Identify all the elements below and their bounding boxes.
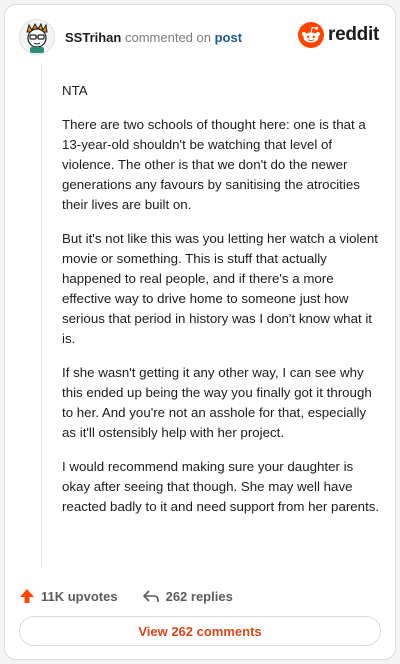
user-avatar-icon[interactable] — [19, 19, 55, 55]
reply-button[interactable]: 262 replies — [142, 588, 233, 604]
upvote-arrow-icon — [20, 589, 34, 603]
comment-actions: 11K upvotes 262 replies — [19, 585, 381, 607]
upvote-count: 11K upvotes — [41, 588, 118, 604]
thread-line — [41, 63, 42, 568]
view-comments-button[interactable]: View 262 comments — [19, 616, 381, 646]
brand-name: reddit — [328, 24, 379, 45]
reply-arrow-icon — [142, 590, 159, 602]
reply-count: 262 replies — [165, 588, 233, 604]
comment-paragraph: I would recommend making sure your daugh… — [62, 459, 380, 514]
comment-paragraph: NTA — [62, 83, 88, 98]
comment-paragraph: But it's not like this was you letting h… — [62, 231, 378, 346]
comment-body: NTA There are two schools of thought her… — [62, 81, 380, 531]
reddit-logo-icon — [298, 22, 325, 48]
username-link[interactable]: SSTrihan — [65, 30, 121, 45]
reddit-brand[interactable]: reddit — [298, 21, 379, 49]
post-link[interactable]: post — [215, 30, 242, 45]
comment-meta: SSTrihan commented on post — [65, 30, 242, 45]
comment-card: SSTrihan commented on post reddit NTA Th… — [4, 4, 396, 660]
comment-paragraph: If she wasn't getting it any other way, … — [62, 365, 372, 440]
commented-on-text: commented on — [124, 30, 211, 45]
comment-header: SSTrihan commented on post reddit — [19, 19, 381, 59]
comment-paragraph: There are two schools of thought here: o… — [62, 117, 366, 212]
upvote-button[interactable]: 11K upvotes — [19, 588, 118, 604]
